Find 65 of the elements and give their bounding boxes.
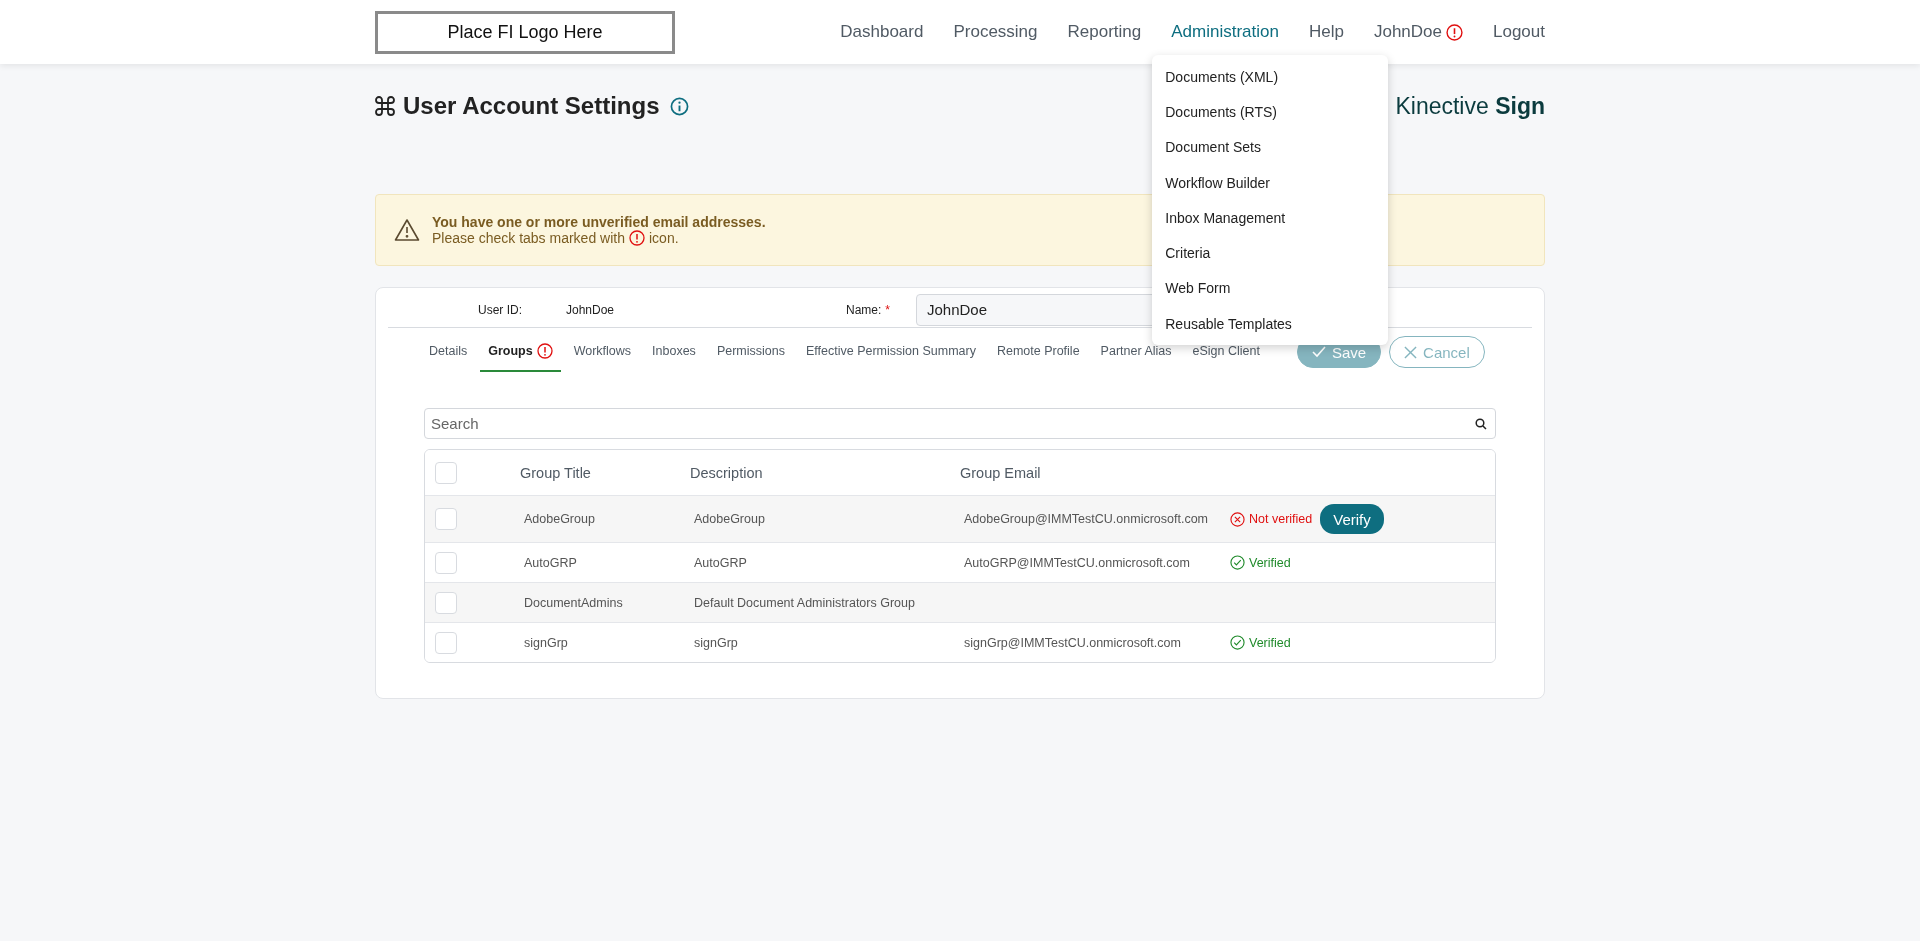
- user-id: JohnDoe: [566, 302, 616, 317]
- column-header: Description: [690, 464, 764, 481]
- table-cell-text: AutoGRP@IMMTestCU.onmicrosoft.com: [963, 555, 1191, 570]
- tab[interactable]: Workflows: [565, 332, 640, 372]
- menu-item[interactable]: Documents (XML): [1152, 59, 1389, 95]
- command-icon: [375, 96, 395, 116]
- check-circle-icon: [1230, 635, 1245, 650]
- field-label: Name: *: [846, 302, 891, 317]
- tab[interactable]: Effective Permission Summary: [797, 332, 984, 372]
- status-label: Verified: [1230, 635, 1291, 650]
- table-cell-text: AdobeGroup@IMMTestCU.onmicrosoft.com: [963, 512, 1210, 526]
- alert-icon: [536, 343, 553, 359]
- status-label: Not verified: [1230, 511, 1313, 527]
- page-title: User Account Settings: [403, 92, 660, 120]
- checkbox[interactable]: [435, 461, 457, 484]
- tab[interactable]: Details: [421, 332, 476, 372]
- verify-button[interactable]: Verify: [1320, 504, 1384, 534]
- menu-item[interactable]: Workflow Builder: [1152, 164, 1389, 201]
- menu-item[interactable]: Criteria: [1152, 235, 1389, 271]
- search-field[interactable]: Search: [424, 408, 1496, 439]
- nav-link[interactable]: Logout: [1493, 22, 1545, 42]
- table-cell-text: DocumentAdmins: [523, 595, 624, 610]
- warning-text: icon.: [649, 230, 679, 246]
- close-icon: [1404, 345, 1418, 359]
- nav-link[interactable]: Reporting: [1067, 22, 1142, 42]
- tab[interactable]: Permissions: [708, 332, 793, 372]
- menu-item[interactable]: Documents (RTS): [1152, 94, 1389, 130]
- alert-icon: [629, 230, 645, 246]
- table-cell-text: AutoGRP: [693, 555, 748, 570]
- table-cell-text: signGrp: [523, 635, 569, 650]
- checkbox[interactable]: [435, 508, 457, 530]
- menu-item[interactable]: Inbox Management: [1152, 200, 1389, 236]
- table-cell-text: signGrp: [693, 635, 739, 650]
- field-label: User ID:: [478, 302, 523, 317]
- column-header: Group Email: [960, 464, 1042, 481]
- checkbox[interactable]: [435, 631, 457, 654]
- search-icon[interactable]: [1475, 418, 1487, 430]
- checkbox[interactable]: [435, 551, 457, 574]
- menu-item[interactable]: Document Sets: [1152, 129, 1389, 165]
- table-cell-text: signGrp@IMMTestCU.onmicrosoft.com: [963, 635, 1182, 650]
- tab[interactable]: Inboxes: [644, 332, 704, 372]
- check-icon: [1311, 345, 1326, 359]
- brand-name: Kinective Sign: [1395, 92, 1545, 120]
- alert-icon: [1446, 23, 1463, 41]
- logo-placeholder-text: Place FI Logo Here: [447, 21, 603, 43]
- nav-link[interactable]: Dashboard: [840, 22, 924, 42]
- checkbox[interactable]: [435, 591, 457, 614]
- table-cell-text: AutoGRP: [523, 555, 578, 570]
- table-cell-text: AdobeGroup: [523, 512, 596, 526]
- check-circle-icon: [1230, 555, 1245, 570]
- warning-title: You have one or more unverified email addresses.: [432, 214, 766, 230]
- nav-link[interactable]: Help: [1308, 22, 1344, 42]
- tab[interactable]: Groups: [480, 332, 561, 372]
- warning-text: Please check tabs marked with: [432, 230, 625, 246]
- nav-link[interactable]: Processing: [953, 22, 1038, 42]
- table-cell-text: AdobeGroup: [693, 512, 766, 526]
- column-header: Group Title: [520, 464, 592, 481]
- x-circle-icon: [1230, 511, 1245, 527]
- tab[interactable]: Remote Profile: [988, 332, 1088, 372]
- warning-icon: [394, 218, 420, 242]
- nav-link[interactable]: JohnDoe: [1373, 22, 1463, 42]
- nav-link[interactable]: Administration: [1171, 22, 1279, 42]
- info-icon[interactable]: [669, 96, 689, 116]
- table-cell-text: Default Document Administrators Group: [693, 595, 916, 610]
- status-label: Verified: [1230, 555, 1291, 570]
